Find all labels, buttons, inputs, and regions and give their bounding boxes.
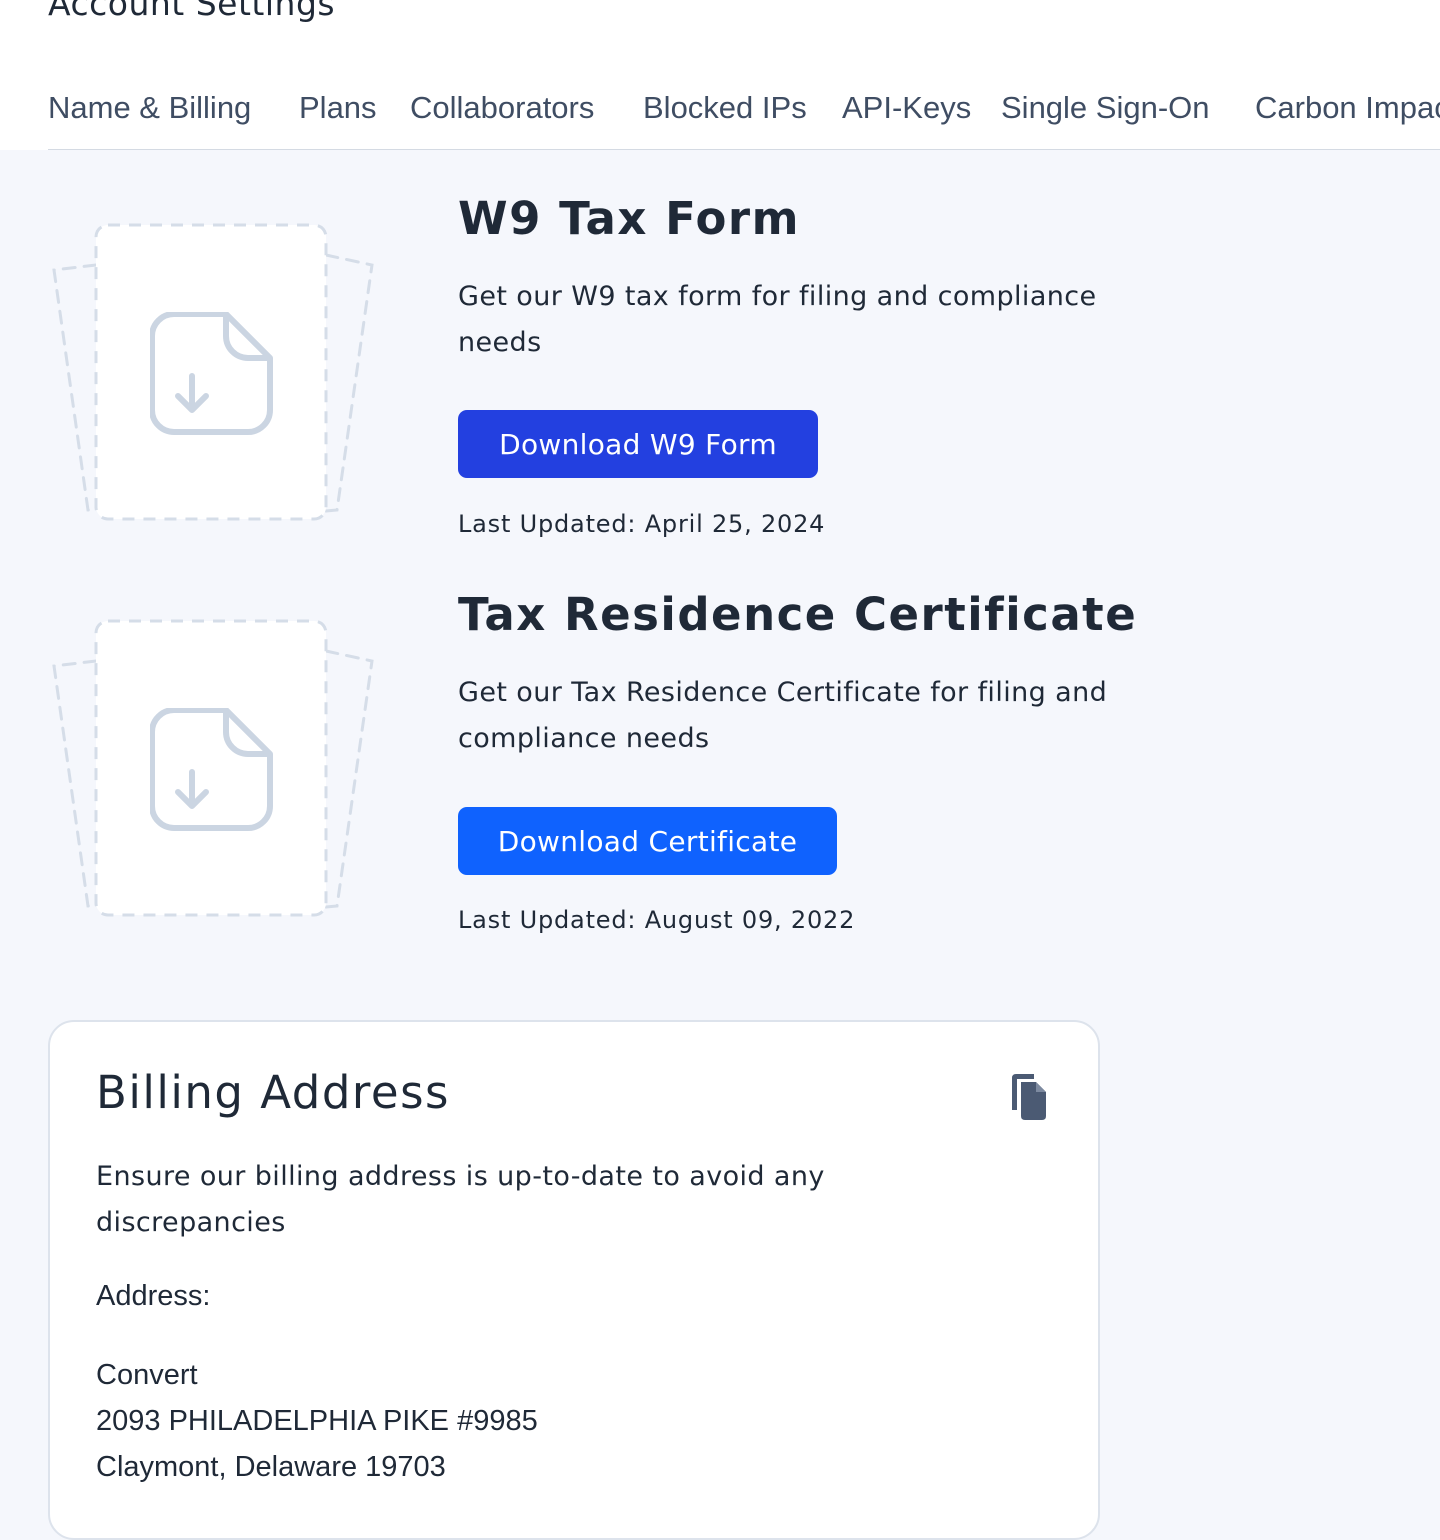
- address-line-street: 2093 PHILADELPHIA PIKE #9985: [96, 1405, 538, 1437]
- tab-collaborators[interactable]: Collaborators: [410, 90, 594, 126]
- address-label: Address:: [96, 1280, 211, 1312]
- certificate-description: Get our Tax Residence Certificate for fi…: [458, 677, 1108, 754]
- billing-description: Ensure our billing address is up-to-date…: [96, 1161, 825, 1238]
- file-download-icon: [149, 311, 274, 436]
- tab-carbon-impact[interactable]: Carbon Impact: [1255, 90, 1440, 126]
- w9-title: W9 Tax Form: [458, 192, 800, 245]
- certificate-title: Tax Residence Certificate: [458, 588, 1138, 641]
- tab-single-sign-on[interactable]: Single Sign-On: [1001, 90, 1210, 126]
- tab-api-keys[interactable]: API-Keys: [842, 90, 971, 126]
- billing-title: Billing Address: [96, 1066, 450, 1119]
- tab-name-billing[interactable]: Name & Billing: [48, 90, 251, 126]
- copy-icon[interactable]: [1006, 1072, 1052, 1122]
- address-line-city: Claymont, Delaware 19703: [96, 1451, 446, 1483]
- file-download-icon: [149, 707, 274, 832]
- settings-tabs: Name & Billing Plans Collaborators Block…: [48, 90, 1440, 150]
- w9-description: Get our W9 tax form for filing and compl…: [458, 281, 1097, 358]
- tab-plans[interactable]: Plans: [299, 90, 377, 126]
- download-w9-button[interactable]: Download W9 Form: [458, 410, 818, 478]
- certificate-last-updated: Last Updated: August 09, 2022: [458, 906, 856, 934]
- billing-address-card: Billing Address Ensure our billing addre…: [48, 1020, 1100, 1540]
- w9-document-illustration: [46, 218, 386, 528]
- address-block: Convert 2093 PHILADELPHIA PIKE #9985 Cla…: [96, 1352, 538, 1490]
- address-line-company: Convert: [96, 1359, 198, 1391]
- certificate-document-illustration: [46, 614, 386, 924]
- w9-last-updated: Last Updated: April 25, 2024: [458, 510, 826, 538]
- tab-blocked-ips[interactable]: Blocked IPs: [643, 90, 807, 126]
- page-title: Account Settings: [48, 0, 336, 23]
- header-area: Account Settings Name & Billing Plans Co…: [0, 0, 1440, 150]
- download-certificate-button[interactable]: Download Certificate: [458, 807, 837, 875]
